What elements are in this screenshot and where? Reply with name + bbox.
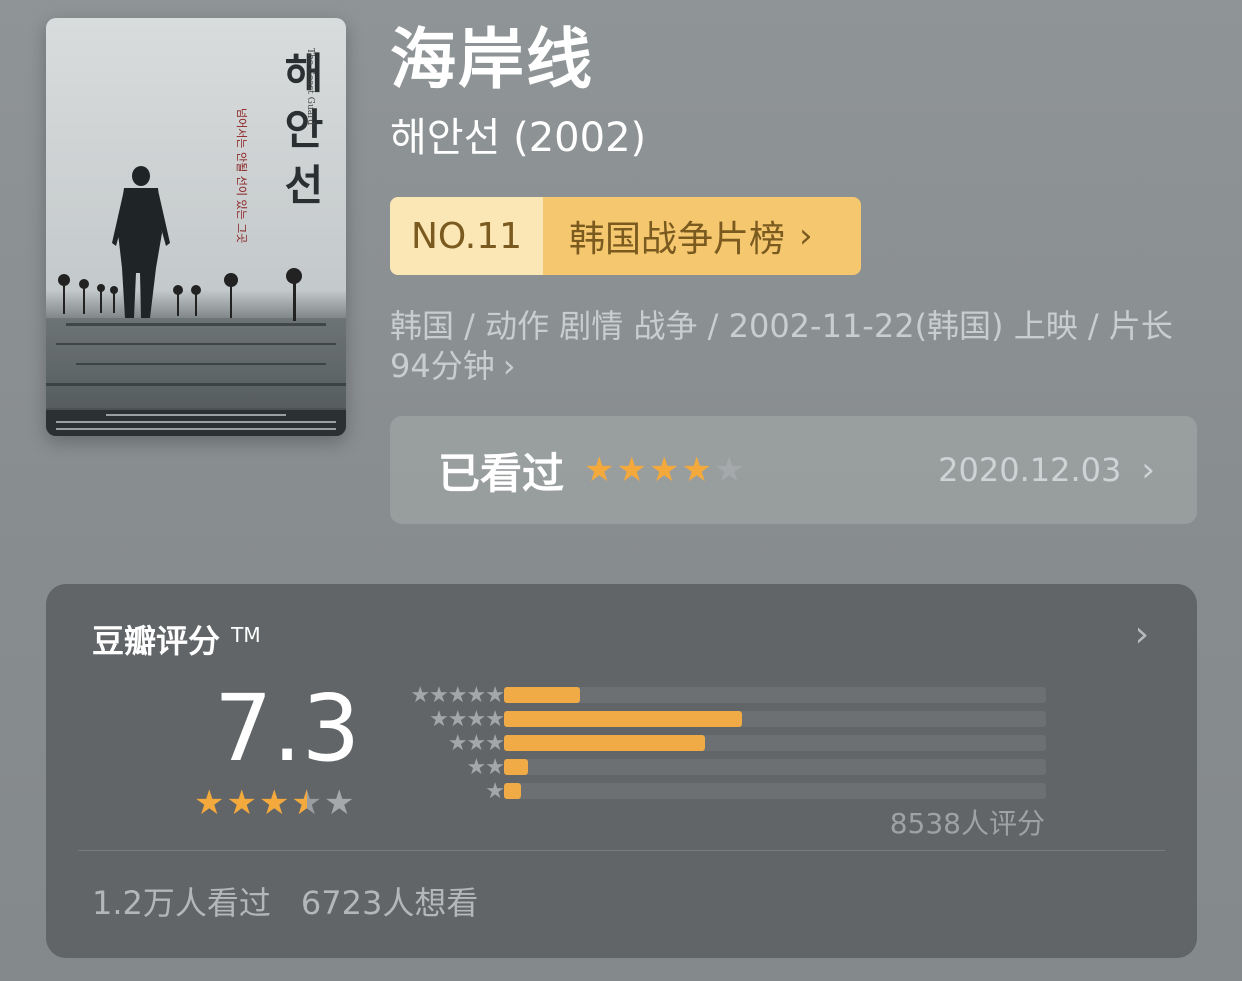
score-star-full-icon: ★ [194,783,225,823]
poster-image: 해안선 The Coast Guard 넘어서는 안될 선이 있는 그곳 [46,18,346,436]
poster-english-title: The Coast Guard [305,48,315,125]
movie-detail-page: 해안선 The Coast Guard 넘어서는 안될 선이 있는 그곳 海岸线… [0,0,1242,981]
chevron-right-icon: › [1141,450,1155,490]
chevron-right-icon[interactable]: › [1135,614,1149,655]
my-rating-card[interactable]: 已看过 ★ ★ ★ ★ ★ 2020.12.03 › [390,416,1197,524]
poster-title-char1: 해안선 [285,49,324,210]
watched-date: 2020.12.03 [938,451,1122,489]
audience-stats: 1.2万人看过 6723人想看 [92,878,478,924]
distribution-stars-icon: ★★★★★ [410,683,505,708]
movie-original-title: 해안선 (2002) [390,115,647,161]
distribution-stars-icon: ★★★ [447,731,505,756]
chevron-right-icon: › [502,347,516,385]
watched-label: 已看过 [438,448,565,498]
movie-poster[interactable]: 해안선 The Coast Guard 넘어서는 안될 선이 있는 그곳 [46,18,346,436]
rating-panel-title: 豆瓣评分 TM [92,616,261,662]
rating-title-text: 豆瓣评分 [92,622,221,660]
score-star-full-icon: ★ [258,783,290,823]
distribution-track [504,711,1046,727]
user-star-full-icon: ★ [648,450,680,490]
user-rating-stars: ★ ★ ★ ★ ★ [584,453,744,487]
distribution-track [504,735,1046,751]
score-star-empty-icon: ★ [323,783,355,823]
rating-votes-count[interactable]: 8538人评分 [890,802,1045,842]
distribution-track [504,759,1046,775]
score-star-full-icon: ★ [226,783,257,823]
chevron-right-icon: › [799,216,813,256]
rank-list-name: 韩国战争片榜 [569,219,786,260]
poster-tagline: 넘어서는 안될 선이 있는 그곳 [235,108,249,243]
user-star-full-icon: ★ [584,450,615,490]
distribution-track [504,783,1046,799]
user-star-full-icon: ★ [681,450,712,490]
rank-number: NO.11 [390,197,543,275]
trademark-label: TM [231,623,261,647]
distribution-bar [504,735,705,751]
divider [78,850,1165,851]
rank-list: 韩国战争片榜 › [543,197,861,275]
distribution-track [504,687,1046,703]
douban-rating-panel: 豆瓣评分 TM › 7.3 ★★★★★★ ★★★★★★★★★★★★★★★ 853… [46,584,1197,958]
movie-title: 海岸线 [390,21,594,98]
rating-score: 7.3 [214,675,361,782]
user-star-empty-icon: ★ [713,450,745,490]
want-count[interactable]: 6723人想看 [301,884,478,922]
rank-badge-button[interactable]: NO.11 韩国战争片榜 › [390,197,861,275]
distribution-stars-icon: ★ [485,779,505,804]
movie-meta-info[interactable]: 韩国 / 动作 剧情 战争 / 2002-11-22(韩国) 上映 / 片长 9… [390,306,1200,386]
distribution-stars-icon: ★★★★ [429,707,505,732]
watched-count[interactable]: 1.2万人看过 [92,884,271,922]
user-star-full-icon: ★ [616,450,647,490]
distribution-bar [504,711,743,727]
rating-score-stars: ★★★★★★ [194,786,354,820]
distribution-stars-icon: ★★ [466,755,505,780]
distribution-bar [504,783,522,799]
score-star-half-icon: ★★ [291,783,322,823]
distribution-bar [504,759,529,775]
distribution-bar [504,687,580,703]
